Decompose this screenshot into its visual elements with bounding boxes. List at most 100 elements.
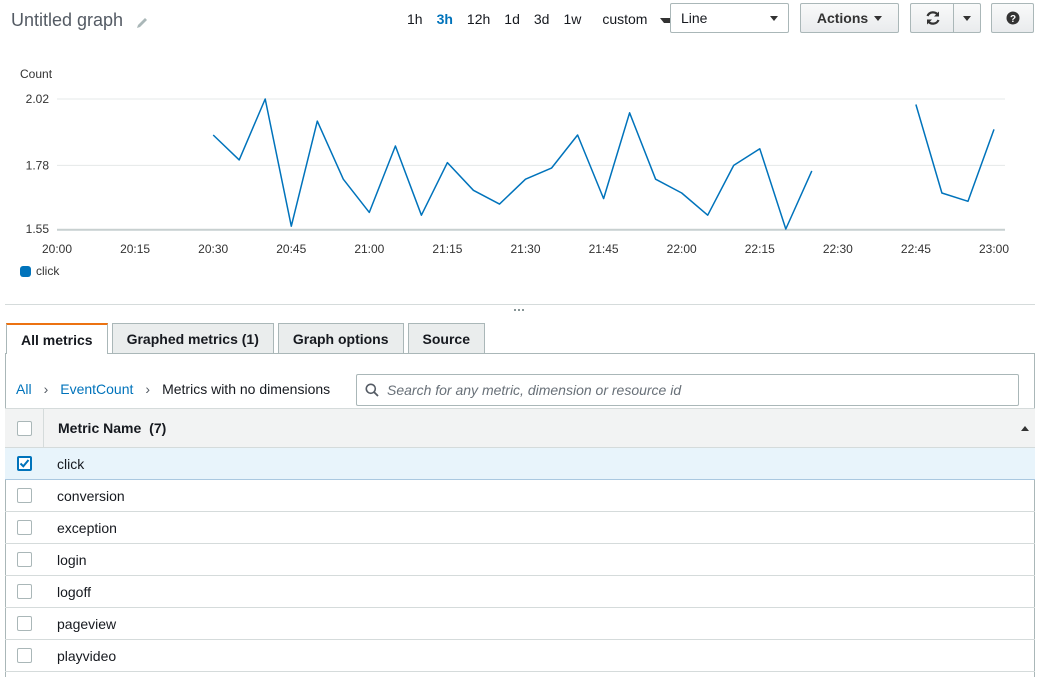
row-check-cell: [5, 616, 44, 631]
metric-name-cell: playvideo: [57, 647, 117, 664]
metrics-tabs: All metrics Graphed metrics (1) Graph op…: [6, 323, 485, 354]
row-check-cell: [5, 456, 44, 471]
x-tick-label: 22:00: [667, 242, 697, 256]
legend-swatch: [20, 265, 31, 277]
graph-title[interactable]: Untitled graph: [11, 10, 149, 31]
table-row[interactable]: conversion: [5, 480, 1035, 512]
graph-type-select[interactable]: Line: [670, 3, 789, 33]
y-tick-label: 1.55: [26, 222, 50, 236]
time-range-3h[interactable]: 3h: [430, 10, 460, 28]
sort-ascending-icon[interactable]: [1021, 426, 1029, 431]
x-tick-label: 22:15: [745, 242, 775, 256]
row-checkbox[interactable]: [17, 456, 32, 471]
metric-name-cell: login: [57, 551, 87, 568]
actions-button[interactable]: Actions: [800, 3, 899, 33]
tab-source[interactable]: Source: [407, 323, 485, 353]
chart-legend[interactable]: click: [20, 264, 59, 278]
line-chart: Count 2.02 1.78 1.55 20:00 20:15 20:30 20:45 21:…: [0, 60, 1041, 290]
x-tick-label: 21:00: [354, 242, 384, 256]
x-tick-label: 20:30: [198, 242, 228, 256]
row-check-cell: [5, 488, 44, 503]
x-tick-label: 20:15: [120, 242, 150, 256]
time-range-3d[interactable]: 3d: [527, 10, 557, 28]
time-range-1h[interactable]: 1h: [400, 10, 430, 28]
chevron-right-icon: ›: [145, 381, 151, 397]
metric-name-header-label: Metric Name: [58, 420, 142, 436]
table-row[interactable]: click: [5, 448, 1035, 480]
y-tick-label: 2.02: [26, 92, 50, 106]
chevron-down-icon: [874, 15, 883, 21]
y-tick-label: 1.78: [26, 158, 50, 172]
breadcrumb-namespace[interactable]: EventCount: [60, 381, 133, 397]
metric-name-cell: pageview: [57, 615, 117, 632]
row-checkbox[interactable]: [17, 584, 32, 599]
select-all-cell: [5, 409, 44, 447]
select-all-checkbox[interactable]: [16, 420, 32, 436]
help-icon: ?: [1006, 11, 1019, 25]
x-tick-label: 21:45: [589, 242, 619, 256]
metric-name-header[interactable]: Metric Name (7): [44, 420, 166, 436]
series-line-click: [212, 98, 813, 230]
metric-count: (7): [149, 420, 167, 436]
row-check-cell: [5, 520, 44, 535]
x-tick-label: 23:00: [979, 242, 1009, 256]
help-button[interactable]: ?: [991, 3, 1034, 33]
x-tick-label: 22:45: [901, 242, 931, 256]
metrics-table: Metric Name (7) click conversion exception…: [5, 408, 1035, 672]
breadcrumb: All › EventCount › Metrics with no dimen…: [16, 381, 330, 397]
table-row[interactable]: playvideo: [5, 640, 1035, 672]
refresh-button[interactable]: [910, 3, 954, 33]
row-checkbox[interactable]: [17, 520, 32, 535]
series-line-click: [915, 104, 995, 203]
table-row[interactable]: pageview: [5, 608, 1035, 640]
metric-search-box[interactable]: [356, 374, 1019, 406]
chevron-down-icon: [770, 15, 778, 21]
row-checkbox[interactable]: [17, 648, 32, 663]
table-row[interactable]: exception: [5, 512, 1035, 544]
svg-text:?: ?: [1009, 14, 1015, 25]
tab-graphed-metrics[interactable]: Graphed metrics (1): [111, 323, 274, 353]
breadcrumb-current: Metrics with no dimensions: [162, 381, 331, 397]
time-range-12h[interactable]: 12h: [460, 10, 497, 28]
x-tick-label: 21:30: [510, 242, 540, 256]
row-checkbox[interactable]: [17, 488, 32, 503]
search-icon: [365, 383, 379, 397]
table-row[interactable]: login: [5, 544, 1035, 576]
graph-type-value: Line: [681, 10, 708, 26]
row-check-cell: [5, 648, 44, 663]
chart-svg: Count 2.02 1.78 1.55 20:00 20:15 20:30 20:45 21:…: [20, 67, 1009, 256]
time-range-1d[interactable]: 1d: [497, 10, 527, 28]
time-range-selector: 1h 3h 12h 1d 3d 1w custom: [400, 10, 689, 28]
checkmark-icon: [19, 459, 30, 468]
graph-title-text: Untitled graph: [11, 10, 124, 30]
row-check-cell: [5, 584, 44, 599]
metric-name-cell: logoff: [57, 583, 91, 600]
row-checkbox[interactable]: [17, 552, 32, 567]
row-check-cell: [5, 552, 44, 567]
breadcrumb-all[interactable]: All: [16, 381, 32, 397]
x-tick-label: 20:45: [276, 242, 306, 256]
table-header: Metric Name (7): [5, 408, 1035, 448]
x-tick-label: 21:15: [432, 242, 462, 256]
custom-label: custom: [602, 11, 648, 27]
metric-name-cell: exception: [57, 519, 117, 536]
tab-all-metrics[interactable]: All metrics: [6, 323, 108, 354]
pencil-icon[interactable]: [135, 14, 149, 28]
time-range-1w[interactable]: 1w: [556, 10, 588, 28]
chevron-down-icon: [963, 15, 971, 21]
panel-divider: [5, 304, 1035, 305]
y-axis-label: Count: [20, 67, 53, 81]
metric-name-cell: conversion: [57, 487, 125, 504]
table-row[interactable]: logoff: [5, 576, 1035, 608]
x-tick-label: 22:30: [823, 242, 853, 256]
legend-label: click: [36, 264, 60, 278]
refresh-icon: [925, 11, 940, 25]
resize-handle-icon[interactable]: [514, 309, 526, 315]
refresh-options-button[interactable]: [953, 3, 981, 33]
tab-graph-options[interactable]: Graph options: [277, 323, 404, 353]
metric-search-input[interactable]: [387, 382, 1007, 398]
actions-label: Actions: [816, 10, 869, 26]
row-checkbox[interactable]: [17, 616, 32, 631]
chevron-right-icon: ›: [43, 381, 49, 397]
x-tick-label: 20:00: [42, 242, 72, 256]
